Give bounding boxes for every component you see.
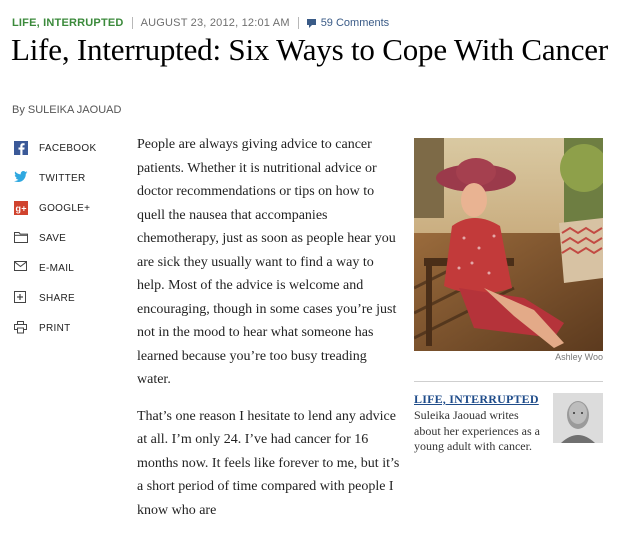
printer-icon <box>14 321 30 335</box>
section-kicker-link[interactable]: LIFE, INTERRUPTED <box>12 17 124 29</box>
share-label: SAVE <box>39 232 67 244</box>
byline: By SULEIKA JAOUAD <box>12 104 122 116</box>
divider <box>131 17 133 29</box>
email-button[interactable]: E-MAIL <box>14 260 74 276</box>
share-label: FACEBOOK <box>39 142 97 154</box>
paragraph: People are always giving advice to cance… <box>137 137 397 387</box>
page-title: Life, Interrupted: Six Ways to Cope With… <box>11 32 608 67</box>
google-plus-icon: g+ <box>14 201 30 215</box>
share-label: E-MAIL <box>39 262 75 274</box>
publish-date: AUGUST 23, 2012, 12:01 AM <box>140 17 290 29</box>
share-label: SHARE <box>39 292 75 304</box>
share-button[interactable]: SHARE <box>14 290 75 306</box>
svg-text:g+: g+ <box>16 204 27 214</box>
photo-credit: Ashley Woo <box>555 352 603 362</box>
series-description: Suleika Jaouad writes about her experien… <box>414 408 540 453</box>
share-twitter-button[interactable]: TWITTER <box>14 170 86 186</box>
twitter-icon <box>14 171 30 185</box>
article-photo[interactable] <box>414 138 603 351</box>
comments-link[interactable]: 59 Comments <box>306 17 390 29</box>
paragraph: That’s one reason I hesitate to lend any… <box>137 408 400 518</box>
save-button[interactable]: SAVE <box>14 230 66 246</box>
article-header-meta: LIFE, INTERRUPTED AUGUST 23, 2012, 12:01… <box>12 15 389 31</box>
plus-box-icon <box>14 291 30 305</box>
author-avatar[interactable] <box>553 393 603 443</box>
divider <box>297 17 299 29</box>
share-google-plus-button[interactable]: g+ GOOGLE+ <box>14 200 90 216</box>
envelope-icon <box>14 261 30 275</box>
share-facebook-button[interactable]: FACEBOOK <box>14 140 96 156</box>
series-title-link[interactable]: LIFE, INTERRUPTED <box>414 392 539 407</box>
share-label: TWITTER <box>39 172 86 184</box>
comment-bubble-icon <box>306 19 316 28</box>
facebook-icon <box>14 141 30 155</box>
folder-icon <box>14 231 30 245</box>
print-button[interactable]: PRINT <box>14 320 71 336</box>
comments-count: 59 Comments <box>320 17 390 29</box>
divider <box>414 381 603 382</box>
share-label: PRINT <box>39 322 71 334</box>
share-label: GOOGLE+ <box>39 202 91 214</box>
